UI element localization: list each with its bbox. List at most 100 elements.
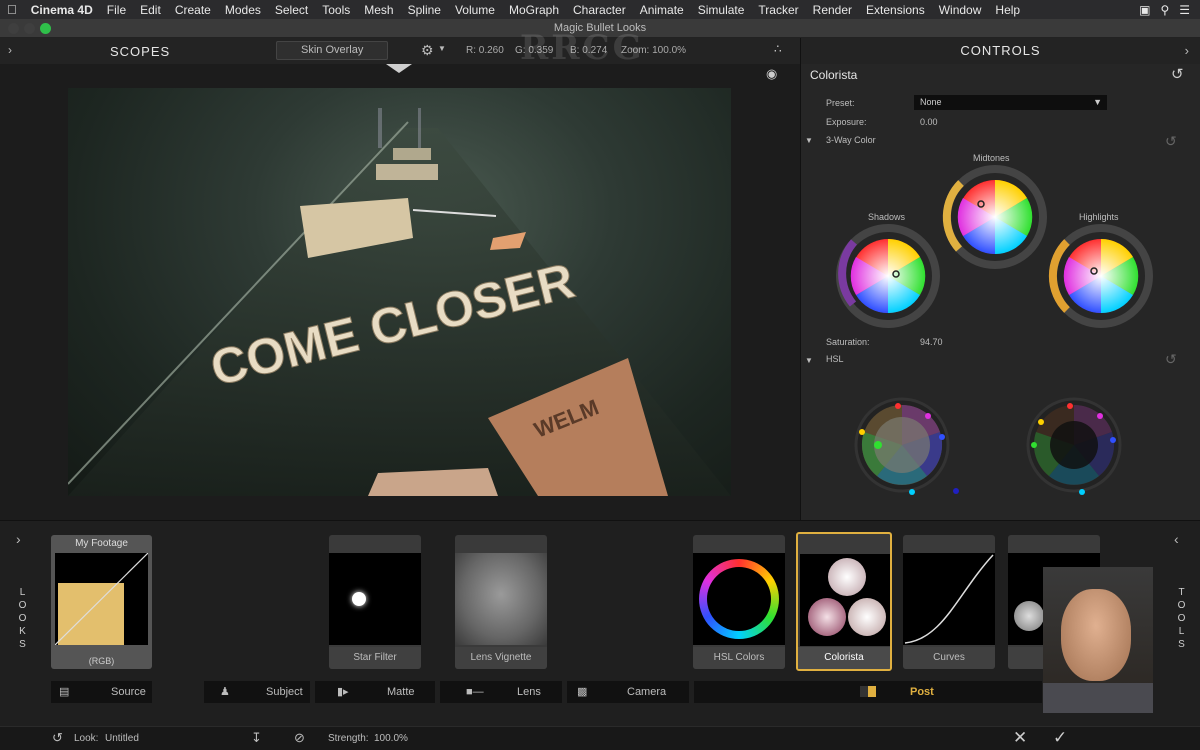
highlights-wheel[interactable] (1048, 224, 1153, 328)
saturation-value[interactable]: 94.70 (920, 337, 943, 347)
star-filter-preview (329, 553, 421, 645)
search-icon[interactable]: ⚲ (1160, 3, 1169, 17)
tool-hsl-colors[interactable]: HSL Colors (693, 535, 785, 669)
viewer[interactable]: ◉ COME CLOSER WELM (0, 64, 800, 520)
tools-label-text: TOOLS (1176, 587, 1187, 652)
window-titlebar: Magic Bullet Looks (0, 19, 1200, 38)
menu-modes[interactable]: Modes (218, 3, 268, 17)
maximize-window-button[interactable] (40, 23, 51, 34)
hsl-wheels-graphic (854, 397, 1122, 495)
partial-ball (1014, 601, 1044, 631)
close-window-button[interactable] (8, 23, 19, 34)
display-icon[interactable]: ▣ (1139, 3, 1150, 17)
looks-label[interactable]: LOOKS (15, 587, 28, 657)
footage-preview (55, 553, 148, 645)
confirm-icon[interactable]: ✓ (1053, 728, 1067, 748)
category-source[interactable]: ▤ Source (51, 681, 152, 703)
camera-icon[interactable]: ◉ (766, 66, 777, 82)
list-icon[interactable]: ☰ (1179, 3, 1190, 17)
cancel-icon[interactable]: ✕ (1013, 728, 1027, 748)
color-dots-icon[interactable]: ∴ (774, 42, 782, 56)
strength-value[interactable]: 100.0% (374, 733, 408, 744)
collapse-hsl-icon[interactable]: ▼ (805, 356, 813, 365)
overlay-dropdown[interactable]: Skin Overlay (276, 41, 388, 60)
tool-lens-vignette[interactable]: Lens Vignette (455, 535, 547, 669)
apple-icon[interactable]:  (0, 2, 24, 17)
tool-hsl-colors-label: HSL Colors (693, 647, 785, 669)
scopes-header: › SCOPES Skin Overlay ⚙ ▼ R: 0.260 G: 0.… (0, 38, 800, 64)
look-label: Look: (74, 733, 99, 744)
category-subject[interactable]: ♟ Subject (204, 681, 310, 703)
category-camera[interactable]: ▩ Camera (567, 681, 689, 703)
curves-preview (903, 553, 995, 645)
tool-colorista-label: Colorista (798, 647, 890, 669)
scopes-title: SCOPES (110, 44, 171, 59)
menu-extensions[interactable]: Extensions (859, 3, 932, 17)
save-look-icon[interactable]: ↧ (251, 730, 262, 746)
menu-window[interactable]: Window (932, 3, 989, 17)
tool-star-filter-label: Star Filter (329, 647, 421, 669)
menu-create[interactable]: Create (168, 3, 218, 17)
menu-select[interactable]: Select (268, 3, 315, 17)
scene-graphic: COME CLOSER WELM (68, 108, 731, 496)
expand-scopes-icon[interactable]: › (8, 43, 12, 57)
menubar:  Cinema 4D File Edit Create Modes Selec… (0, 0, 1200, 19)
viewer-top-marker (386, 64, 412, 73)
menu-spline[interactable]: Spline (401, 3, 448, 17)
category-matte[interactable]: ▮▸ Matte (315, 681, 435, 703)
chevron-down-icon[interactable]: ▼ (438, 44, 446, 53)
menu-mesh[interactable]: Mesh (357, 3, 400, 17)
footage-tag: (RGB) (88, 656, 115, 666)
hsl-hue-wheel[interactable] (854, 397, 959, 495)
post-icon (860, 686, 876, 697)
gear-icon[interactable]: ⚙ (421, 42, 434, 59)
collapse-controls-icon[interactable]: › (1185, 38, 1190, 64)
webcam-face (1061, 589, 1131, 681)
expand-tools-icon[interactable]: ‹ (1174, 531, 1179, 547)
menu-character[interactable]: Character (566, 3, 633, 17)
tool-star-filter[interactable]: Star Filter (329, 535, 421, 669)
tool-colorista[interactable]: Colorista (796, 532, 892, 671)
hsl-saturation-wheel[interactable] (1026, 397, 1122, 495)
menu-volume[interactable]: Volume (448, 3, 502, 17)
category-post[interactable]: Post (694, 681, 1042, 703)
menu-file[interactable]: File (100, 3, 133, 17)
hsl-colors-preview (693, 553, 785, 645)
category-post-label: Post (910, 686, 934, 698)
menu-tools[interactable]: Tools (315, 3, 357, 17)
readout-g: G: 0.359 (515, 45, 554, 56)
expand-looks-icon[interactable]: › (16, 531, 21, 547)
preview-image: COME CLOSER WELM (68, 88, 731, 496)
menu-app[interactable]: Cinema 4D (24, 3, 100, 17)
category-lens[interactable]: ■— Lens (440, 681, 562, 703)
undo-icon[interactable]: ↺ (52, 730, 63, 746)
look-value[interactable]: Untitled (105, 733, 139, 744)
menu-render[interactable]: Render (806, 3, 859, 17)
hsl-reset-icon[interactable]: ↺ (1165, 351, 1177, 368)
tool-curves[interactable]: Curves (903, 535, 995, 669)
colorista-right-ball (848, 598, 886, 636)
colorista-left-ball (808, 598, 846, 636)
menu-help[interactable]: Help (988, 3, 1027, 17)
readout-b: B: 0.274 (570, 45, 608, 56)
looks-label-text: LOOKS (17, 587, 28, 652)
menu-simulate[interactable]: Simulate (691, 3, 752, 17)
midtones-wheel[interactable] (942, 165, 1047, 269)
menu-tracker[interactable]: Tracker (751, 3, 805, 17)
bypass-icon[interactable]: ⊘ (294, 730, 305, 746)
category-lens-label: Lens (517, 686, 541, 698)
menu-mograph[interactable]: MoGraph (502, 3, 566, 17)
color-wheels-graphic (836, 165, 1153, 328)
lens-vignette-preview (455, 553, 547, 645)
footage-thumbnail[interactable]: My Footage (RGB) (51, 535, 152, 669)
menu-animate[interactable]: Animate (633, 3, 691, 17)
category-camera-label: Camera (627, 686, 667, 698)
controls-title: CONTROLS (960, 43, 1041, 58)
shadows-wheel[interactable] (836, 224, 940, 328)
star-dot (352, 592, 366, 606)
minimize-window-button[interactable] (24, 23, 35, 34)
webcam-shirt (1043, 683, 1153, 713)
matte-icon: ▮▸ (337, 686, 349, 698)
tools-label[interactable]: TOOLS (1174, 587, 1187, 657)
menu-edit[interactable]: Edit (133, 3, 168, 17)
